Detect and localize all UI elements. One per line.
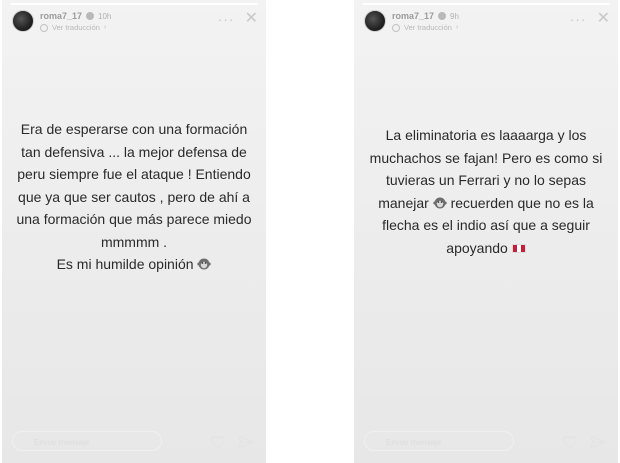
- chevron-right-icon: ›: [455, 24, 459, 31]
- close-icon[interactable]: ✕: [597, 11, 610, 27]
- send-icon[interactable]: [238, 435, 254, 449]
- translate-label: Ver traducción: [404, 23, 452, 32]
- reply-placeholder: Enviar mensaje: [386, 438, 442, 447]
- heart-icon[interactable]: [210, 435, 226, 449]
- translate-link[interactable]: Ver traducción ›: [40, 23, 106, 32]
- username[interactable]: roma7_17: [392, 11, 434, 21]
- story-line-text: Es mi humilde opinión: [56, 256, 194, 272]
- story-line: La eliminatoria es laaaarga y los: [385, 127, 587, 143]
- story-progress-bar: [10, 3, 258, 5]
- username[interactable]: roma7_17: [40, 11, 82, 21]
- avatar[interactable]: [12, 10, 34, 32]
- story-line: que ya que ser cautos , pero de ahí a: [18, 188, 250, 205]
- close-icon[interactable]: ✕: [245, 11, 258, 27]
- story-line-with-emoji: manejar recuerden que no es la: [364, 192, 608, 215]
- translate-label: Ver traducción: [52, 23, 100, 32]
- verified-badge-icon: [438, 12, 447, 20]
- story-header: roma7_17 10h: [40, 11, 111, 21]
- monkey-emoji-icon: [432, 197, 447, 208]
- story-line-text: manejar: [378, 194, 429, 211]
- more-options-icon[interactable]: ···: [570, 12, 587, 26]
- peru-flag-icon: [511, 243, 526, 253]
- reply-placeholder: Enviar mensaje: [34, 438, 90, 447]
- story-line-text: apoyando: [446, 239, 508, 256]
- story-progress-bar: [362, 3, 610, 5]
- story-time: 9h: [450, 11, 459, 21]
- story-line: mmmmm .: [100, 233, 168, 250]
- story-line: flecha es el indio así que a seguir: [382, 217, 590, 233]
- story-header: roma7_17 9h: [392, 11, 459, 21]
- story-panel-right[interactable]: roma7_17 9h Ver traducción › ··· ✕ La el…: [354, 0, 618, 463]
- story-line-text: recuerden que no es la: [446, 194, 594, 211]
- avatar[interactable]: [364, 10, 386, 32]
- more-options-icon[interactable]: ···: [218, 12, 235, 26]
- globe-icon: [40, 23, 48, 32]
- story-panel-left[interactable]: roma7_17 10h Ver traducción › ··· ✕ Era …: [2, 0, 266, 463]
- story-line: tan defensiva ... la mejor defensa de: [21, 143, 247, 160]
- story-line-last: apoyando: [364, 237, 608, 260]
- story-text: La eliminatoria es laaaarga y los muchac…: [364, 124, 608, 259]
- send-icon[interactable]: [590, 435, 606, 449]
- story-line-last: Es mi humilde opinión: [12, 253, 256, 276]
- story-time: 10h: [98, 11, 112, 21]
- verified-badge-icon: [86, 12, 95, 20]
- globe-icon: [392, 23, 400, 32]
- chevron-right-icon: ›: [103, 24, 107, 31]
- heart-icon[interactable]: [562, 435, 578, 449]
- translate-link[interactable]: Ver traducción ›: [392, 23, 458, 32]
- story-text: Era de esperarse con una formación tan d…: [12, 118, 256, 276]
- story-line: una formación que más parece miedo: [16, 211, 252, 227]
- story-line: peru siempre fue el ataque ! Entiendo: [17, 166, 251, 182]
- story-line: tuvieras un Ferrari y no lo sepas: [386, 172, 586, 188]
- story-line: muchachos se fajan! Pero es como si: [369, 149, 603, 166]
- monkey-emoji-icon: [197, 258, 212, 270]
- story-line: Era de esperarse con una formación: [20, 121, 248, 137]
